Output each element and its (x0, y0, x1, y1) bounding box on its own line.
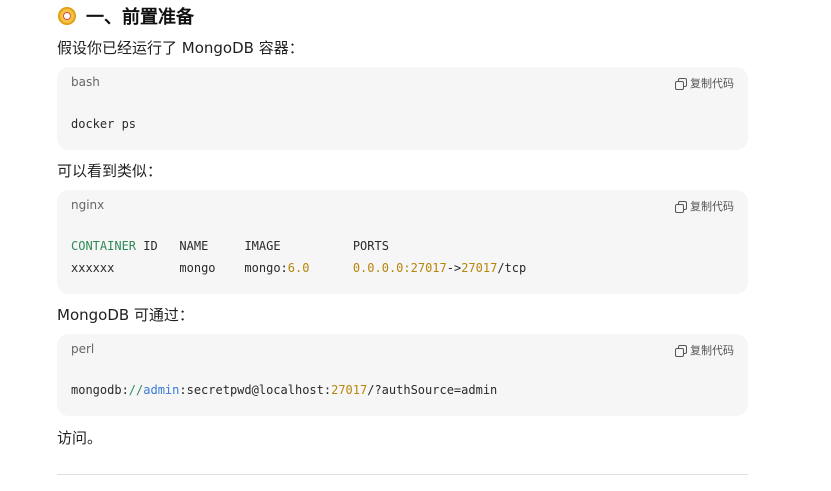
intro-paragraph: 假设你已经运行了 MongoDB 容器： (57, 39, 304, 57)
copy-code-label: 复制代码 (690, 77, 734, 90)
uri-slashes: // (128, 383, 144, 397)
header-container: CONTAINER (71, 239, 137, 253)
section-heading-text: 一、前置准备 (86, 7, 194, 28)
header-name: NAME (179, 239, 209, 253)
code-content[interactable]: CONTAINER ID NAME IMAGE PORTS xxxxxx mon… (71, 235, 526, 279)
code-language-label: nginx (71, 198, 105, 212)
row-name: mongo (179, 261, 216, 275)
uri-port: 27017 (331, 383, 368, 397)
row-image-version: 6.0 (287, 261, 310, 275)
via-paragraph: MongoDB 可通过： (57, 306, 194, 324)
code-block-bash: bash 复制代码 docker ps (57, 67, 748, 150)
copy-code-button[interactable]: 复制代码 (675, 75, 734, 91)
row-port-host: 0.0.0.0:27017 (352, 261, 447, 275)
code-language-label: perl (71, 342, 95, 356)
access-paragraph: 访问。 (57, 429, 103, 447)
row-proto: /tcp (497, 261, 527, 275)
copy-code-button[interactable]: 复制代码 (675, 342, 734, 358)
header-ports: PORTS (352, 239, 389, 253)
similar-paragraph: 可以看到类似： (57, 162, 163, 180)
row-id: xxxxxx (71, 261, 115, 275)
uri-user: admin (143, 383, 180, 397)
compass-emoji-icon (58, 7, 76, 25)
uri-scheme: mongodb: (71, 383, 129, 397)
copy-code-label: 复制代码 (690, 344, 734, 357)
code-content[interactable]: docker ps (71, 113, 136, 135)
copy-icon (675, 77, 687, 90)
header-id: ID (136, 239, 158, 253)
code-block-perl: perl 复制代码 mongodb://admin:secretpwd@loca… (57, 334, 748, 416)
copy-icon (675, 200, 687, 213)
copy-code-label: 复制代码 (690, 200, 734, 213)
row-arrow: -> (446, 261, 462, 275)
header-image: IMAGE (244, 239, 281, 253)
code-language-label: bash (71, 75, 100, 89)
divider (57, 474, 748, 475)
header-line: CONTAINER ID NAME IMAGE PORTS (71, 239, 389, 253)
row-line: xxxxxx mongo mongo:6.0 0.0.0.0:27017->27… (71, 261, 526, 275)
uri-rest: :secretpwd@localhost: (179, 383, 332, 397)
code-block-nginx: nginx 复制代码 CONTAINER ID NAME IMAGE PORTS… (57, 190, 748, 294)
copy-code-button[interactable]: 复制代码 (675, 198, 734, 214)
code-content[interactable]: mongodb://admin:secretpwd@localhost:2701… (71, 379, 497, 401)
section-heading: 一、前置准备 (58, 3, 194, 29)
uri-tail: /?authSource=admin (367, 383, 498, 397)
copy-icon (675, 344, 687, 357)
row-port-container: 27017 (461, 261, 498, 275)
code-line: docker ps (71, 117, 137, 131)
row-image: mongo: (244, 261, 288, 275)
